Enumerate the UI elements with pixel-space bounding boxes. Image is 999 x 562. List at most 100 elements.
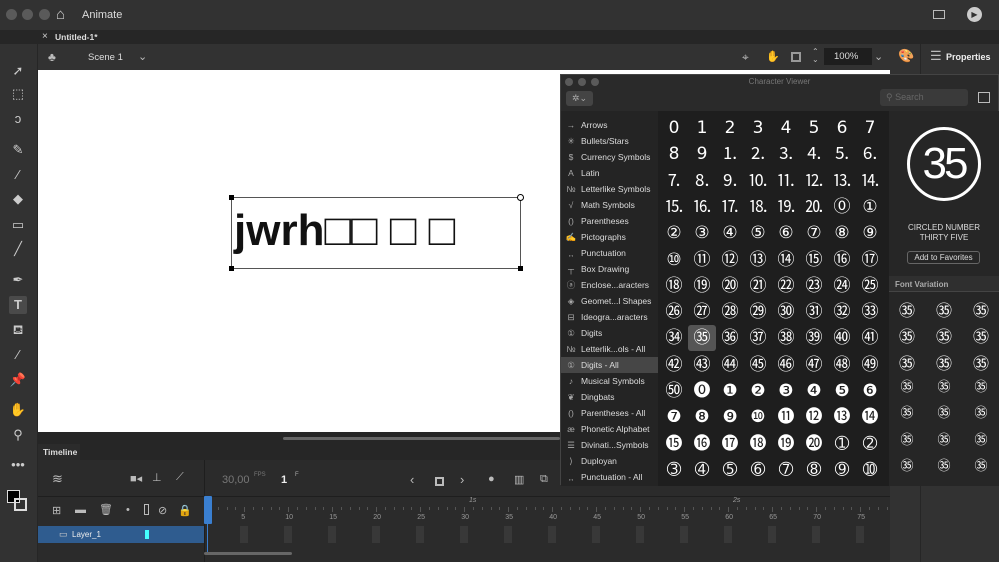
cv-category-item[interactable]: ① Digits - All	[561, 357, 658, 373]
character-cell[interactable]: ➁	[856, 431, 884, 457]
character-cell[interactable]: 6	[828, 115, 856, 141]
frame-ruler[interactable]: 5 10 15 20 25 30 35 40 45 50 55 60 65 70 75 1s 2s	[205, 497, 890, 543]
character-cell[interactable]: ⓰	[688, 431, 716, 457]
character-cell[interactable]: ③	[688, 220, 716, 246]
center-stage-icon[interactable]: ⌖	[742, 50, 749, 65]
character-cell[interactable]: ㉟	[688, 325, 716, 352]
character-cell[interactable]: ㊶	[856, 325, 884, 351]
font-variation-cell[interactable]: ㉟	[963, 429, 999, 448]
character-cell[interactable]: ㊳	[772, 325, 800, 351]
cv-category-item[interactable]: () Parentheses	[561, 213, 658, 229]
paint-brush-icon[interactable]: ⁄	[9, 166, 27, 184]
character-cell[interactable]: 0	[660, 115, 688, 141]
character-cell[interactable]: ㉗	[688, 299, 716, 325]
character-cell[interactable]: ㊸	[688, 352, 716, 378]
rectangle-tool-icon[interactable]: ▭	[9, 216, 27, 234]
cv-category-item[interactable]: ⓐ Enclose...aracters	[561, 277, 658, 293]
layer-name[interactable]: Layer_1	[72, 530, 101, 539]
cv-category-item[interactable]: ◈ Geomet...l Shapes	[561, 293, 658, 309]
character-cell[interactable]: ⒙	[744, 194, 772, 220]
new-folder-icon[interactable]: ▬	[75, 504, 86, 516]
character-cell[interactable]: ➂	[660, 457, 688, 483]
font-variation-cell[interactable]: ㉟	[963, 350, 999, 374]
layer-parenting-icon[interactable]: ⊥	[152, 471, 162, 484]
character-cell[interactable]: ➀	[828, 431, 856, 457]
character-cell[interactable]: ④	[716, 220, 744, 246]
cv-category-item[interactable]: ✍ Pictographs	[561, 229, 658, 245]
character-cell[interactable]: ⑭	[772, 247, 800, 273]
zoom-input[interactable]: 100%	[824, 48, 872, 65]
new-layer-icon[interactable]: ⊞	[52, 504, 61, 517]
character-cell[interactable]: 4	[772, 115, 800, 141]
character-cell[interactable]: ⓳	[772, 431, 800, 457]
character-cell[interactable]: 9	[688, 141, 716, 167]
character-cell[interactable]: 3	[744, 115, 772, 141]
font-variation-cell[interactable]: ㉟	[963, 455, 999, 474]
timeline-tab[interactable]: Timeline	[38, 444, 80, 460]
character-cell[interactable]: ⒘	[716, 194, 744, 220]
character-cell[interactable]: ㊿	[660, 378, 688, 404]
hide-layers-icon[interactable]: ⊘	[158, 504, 167, 517]
font-variation-cell[interactable]: ㉟	[889, 350, 925, 374]
maximize-window-button[interactable]	[39, 9, 50, 20]
character-cell[interactable]: ㊲	[744, 325, 772, 351]
character-cell[interactable]: ⒎	[660, 168, 688, 194]
paint-bucket-icon[interactable]: ⛾	[9, 321, 27, 339]
character-cell[interactable]: ⒚	[772, 194, 800, 220]
character-cell[interactable]: ㊱	[716, 325, 744, 351]
character-cell[interactable]: 2	[716, 115, 744, 141]
outline-layers-icon[interactable]	[144, 504, 149, 515]
next-keyframe-icon[interactable]: ›	[460, 472, 464, 487]
character-cell[interactable]: ⒖	[660, 194, 688, 220]
play-icon[interactable]: ▶	[967, 7, 982, 22]
cv-toggle-view-icon[interactable]	[978, 92, 990, 103]
free-transform-tool-icon[interactable]: ⬚	[9, 85, 27, 103]
scene-name[interactable]: Scene 1	[88, 52, 123, 63]
font-variation-cell[interactable]: ㉟	[926, 429, 962, 448]
character-cell[interactable]: ㊽	[828, 352, 856, 378]
character-cell[interactable]: ⓱	[716, 431, 744, 457]
font-variation-cell[interactable]: ㉟	[963, 376, 999, 395]
character-cell[interactable]: ⒉	[744, 141, 772, 167]
character-cell[interactable]: ㉙	[744, 299, 772, 325]
font-variation-cell[interactable]: ㉟	[889, 297, 925, 321]
character-cell[interactable]: 8	[660, 141, 688, 167]
character-cell[interactable]: ㊵	[828, 325, 856, 351]
character-cell[interactable]: ㉖	[660, 299, 688, 325]
character-cell[interactable]: ㉜	[828, 299, 856, 325]
properties-icon[interactable]: ☰	[930, 48, 942, 64]
camera-icon[interactable]: ■◂	[130, 472, 142, 485]
character-cell[interactable]: ㊷	[660, 352, 688, 378]
character-cell[interactable]: 7	[856, 115, 884, 141]
character-cell[interactable]: ➃	[688, 457, 716, 483]
character-cell[interactable]: ㉒	[772, 273, 800, 299]
font-variation-cell[interactable]: ㉟	[889, 455, 925, 474]
font-variation-cell[interactable]: ㉟	[963, 402, 999, 421]
frame-options-icon[interactable]: ⧉	[540, 473, 548, 486]
rotate-stage-icon[interactable]: ✋	[766, 50, 780, 63]
character-cell[interactable]: ⒗	[688, 194, 716, 220]
character-cell[interactable]: ⒒	[772, 168, 800, 194]
character-cell[interactable]: ⑮	[800, 247, 828, 273]
playhead[interactable]	[204, 496, 212, 524]
previous-keyframe-icon[interactable]: ‹	[410, 472, 414, 487]
zoom-stepper[interactable]: ⌃ ⌄	[812, 48, 819, 64]
cv-category-item[interactable]: A Latin	[561, 165, 658, 181]
character-cell[interactable]: ㉝	[856, 299, 884, 325]
hand-tool-icon[interactable]: ✋	[9, 401, 27, 419]
character-cell[interactable]: ㊴	[800, 325, 828, 351]
cv-category-item[interactable]: ⟩ Duployan	[561, 453, 658, 469]
onion-skin-icon[interactable]: ●	[488, 473, 495, 485]
character-cell[interactable]: ⑰	[856, 247, 884, 273]
character-cell[interactable]: ⒕	[856, 168, 884, 194]
current-frame[interactable]: 1	[281, 474, 287, 486]
cv-category-item[interactable]: ✳ Bullets/Stars	[561, 133, 658, 149]
edit-multiple-frames-icon[interactable]: ▥	[514, 473, 524, 486]
character-cell[interactable]: ❹	[800, 378, 828, 404]
selection-tool-icon[interactable]: ➚	[9, 62, 27, 80]
character-cell[interactable]: ➇	[800, 457, 828, 483]
brush-tool-icon[interactable]: ✎	[9, 141, 27, 159]
character-cell[interactable]: ➄	[716, 457, 744, 483]
character-cell[interactable]: ⒍	[856, 141, 884, 167]
scene-chevron-down-icon[interactable]: ⌄	[138, 50, 147, 63]
